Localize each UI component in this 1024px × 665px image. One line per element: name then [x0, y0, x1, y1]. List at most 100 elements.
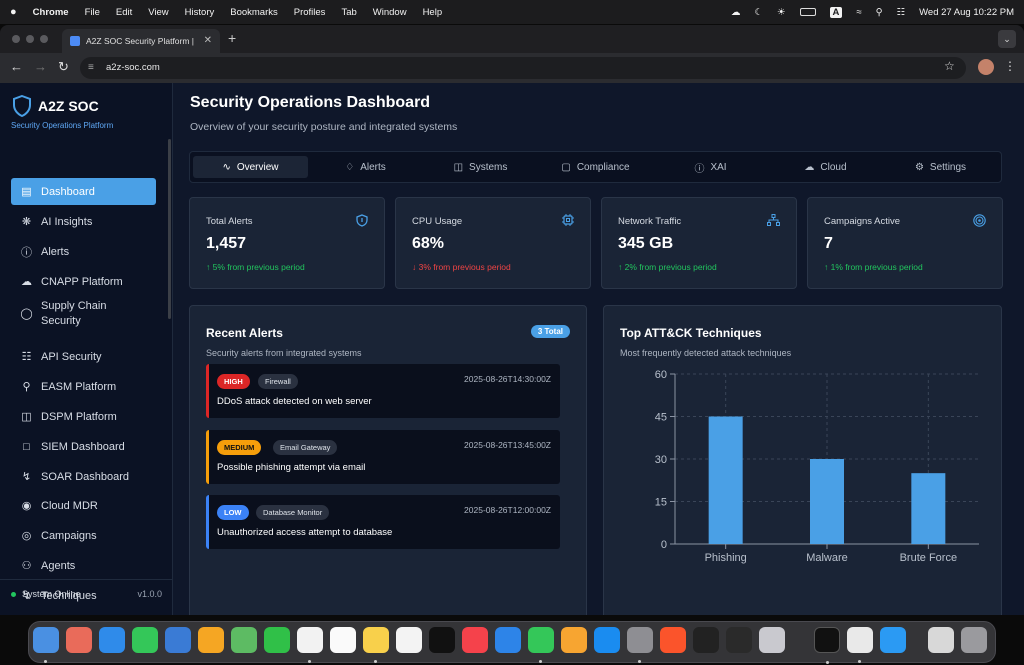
sidebar-item-agents[interactable]: ⚇ Agents — [11, 552, 156, 579]
menu-file[interactable]: File — [85, 7, 100, 18]
cloud-status-icon[interactable]: ☁ — [731, 7, 741, 18]
finder-icon[interactable] — [33, 627, 59, 663]
brand-name: A2Z SOC — [38, 98, 99, 114]
menu-help[interactable]: Help — [423, 7, 443, 18]
alert-item[interactable]: LOW Database Monitor 2025-08-26T12:00:00… — [206, 495, 560, 549]
window-close-button[interactable] — [12, 35, 20, 43]
sidebar-item-siem[interactable]: □ SIEM Dashboard — [11, 433, 156, 460]
menubar-status-area: ☁ ☾ ☀ A ≈ ⚲ ☷ Wed 27 Aug 10:22 PM — [731, 0, 1014, 24]
battery-icon[interactable] — [799, 8, 816, 16]
system-settings-icon[interactable] — [627, 627, 653, 663]
stat-value: 345 GB — [618, 235, 674, 252]
menu-window[interactable]: Window — [373, 7, 407, 18]
stat-card-campaigns-active: Campaigns Active 7 ↑ 1% from previous pe… — [807, 197, 1003, 289]
favicon-icon — [70, 36, 80, 46]
menu-edit[interactable]: Edit — [116, 7, 132, 18]
input-source-indicator[interactable]: A — [829, 6, 843, 18]
brightness-icon[interactable]: ☀ — [777, 7, 786, 18]
terminal-icon[interactable] — [814, 627, 840, 664]
sidebar-item-dashboard[interactable]: ▤ Dashboard — [11, 178, 156, 205]
app-store-icon[interactable] — [594, 627, 620, 653]
stat-trend: ↑ 1% from previous period — [824, 262, 923, 272]
menu-view[interactable]: View — [148, 7, 168, 18]
menu-profiles[interactable]: Profiles — [294, 7, 326, 18]
mail-icon[interactable] — [165, 627, 191, 653]
activity-icon: ∿ — [222, 161, 231, 173]
sidebar-item-api-security[interactable]: ☷ API Security — [11, 343, 156, 370]
notes-icon[interactable] — [363, 627, 389, 663]
reload-icon[interactable]: ↻ — [58, 59, 69, 75]
sidebar-item-cloud-mdr[interactable]: ◉ Cloud MDR — [11, 492, 156, 519]
address-bar[interactable]: ≡ a2z-soc.com — [80, 57, 966, 79]
downloads-folder-icon[interactable] — [928, 627, 954, 653]
apple-menu-icon[interactable]: ● — [10, 6, 17, 18]
browser-menu-icon[interactable]: ⋮ — [1004, 59, 1016, 73]
sidebar-item-label: EASM Platform — [41, 380, 117, 393]
control-center-icon[interactable]: ☷ — [897, 7, 906, 18]
brave-browser-icon[interactable] — [660, 627, 686, 653]
sidebar-item-campaigns[interactable]: ◎ Campaigns — [11, 522, 156, 549]
clock[interactable]: Wed 27 Aug 10:22 PM — [919, 7, 1014, 18]
tab-systems[interactable]: ◫ Systems — [423, 156, 538, 178]
forward-icon[interactable]: → — [34, 59, 47, 74]
tab-search-icon[interactable]: ⌄ — [998, 30, 1016, 48]
tab-settings[interactable]: ⚙ Settings — [883, 156, 998, 178]
numbers-icon[interactable] — [528, 627, 554, 663]
tab-cloud[interactable]: ☁ Cloud — [768, 156, 883, 178]
freeform-icon[interactable] — [396, 627, 422, 653]
music-icon[interactable] — [462, 627, 488, 653]
keynote-icon[interactable] — [495, 627, 521, 653]
cube-app-icon[interactable] — [726, 627, 752, 653]
reminders-icon[interactable] — [330, 627, 356, 653]
pages-icon[interactable] — [561, 627, 587, 653]
browser-tab[interactable]: A2Z SOC Security Platform | ✕ — [62, 29, 220, 53]
tab-overview[interactable]: ∿ Overview — [193, 156, 308, 178]
chrome-icon[interactable] — [847, 627, 873, 663]
bookmark-star-icon[interactable]: ☆ — [944, 59, 955, 73]
menu-tab[interactable]: Tab — [341, 7, 356, 18]
moon-icon[interactable]: ☾ — [754, 7, 763, 18]
sidebar-item-cnapp[interactable]: ☁ CNAPP Platform — [11, 268, 156, 295]
alert-item[interactable]: MEDIUM Email Gateway 2025-08-26T13:45:00… — [206, 430, 560, 484]
mobile-app-icon[interactable] — [759, 627, 785, 653]
y-tick-label: 45 — [655, 412, 667, 424]
alert-item[interactable]: HIGH Firewall 2025-08-26T14:30:00Z DDoS … — [206, 364, 560, 418]
spotlight-search-icon[interactable]: ⚲ — [876, 7, 883, 18]
tv-icon[interactable] — [429, 627, 455, 653]
maps-icon[interactable] — [231, 627, 257, 653]
window-minimize-button[interactable] — [26, 35, 34, 43]
sidebar-item-label: Supply Chain Security — [41, 300, 107, 327]
stat-label: Campaigns Active — [824, 216, 901, 227]
site-info-icon[interactable]: ≡ — [88, 57, 94, 79]
window-zoom-button[interactable] — [40, 35, 48, 43]
messages-icon[interactable] — [132, 627, 158, 653]
photos-icon[interactable] — [198, 627, 224, 653]
y-tick-label: 60 — [655, 369, 667, 381]
menu-bookmarks[interactable]: Bookmarks — [230, 7, 278, 18]
calendar-icon[interactable] — [297, 627, 323, 663]
sidebar-item-supply-chain[interactable]: ◯ Supply Chain Security — [11, 297, 156, 331]
trash-icon[interactable] — [961, 627, 987, 653]
chatbot-app-icon[interactable] — [693, 627, 719, 653]
new-tab-icon[interactable]: + — [228, 30, 236, 46]
sidebar-item-ai-insights[interactable]: ❋ AI Insights — [11, 208, 156, 235]
tab-compliance[interactable]: ▢ Compliance — [538, 156, 653, 178]
safari-icon[interactable] — [99, 627, 125, 653]
app-menu[interactable]: Chrome — [33, 7, 69, 18]
sidebar-item-alerts[interactable]: ⓘ Alerts — [11, 238, 156, 265]
launchpad-icon[interactable] — [66, 627, 92, 653]
sync-app-icon[interactable] — [880, 627, 906, 653]
profile-avatar[interactable] — [978, 59, 994, 75]
tab-xai[interactable]: ⓘ XAI — [653, 156, 768, 178]
system-status-footer: System Online v1.0.0 — [0, 579, 173, 615]
sidebar-item-dspm[interactable]: ◫ DSPM Platform — [11, 403, 156, 430]
tab-alerts[interactable]: ♢ Alerts — [308, 156, 423, 178]
wifi-icon[interactable]: ≈ — [856, 7, 861, 18]
menu-history[interactable]: History — [185, 7, 215, 18]
sidebar-item-easm[interactable]: ⚲ EASM Platform — [11, 373, 156, 400]
facetime-icon[interactable] — [264, 627, 290, 653]
close-tab-icon[interactable]: ✕ — [204, 35, 212, 46]
back-icon[interactable]: ← — [10, 59, 23, 74]
sidebar-scrollbar[interactable] — [168, 139, 171, 319]
sidebar-item-soar[interactable]: ↯ SOAR Dashboard — [11, 463, 156, 490]
